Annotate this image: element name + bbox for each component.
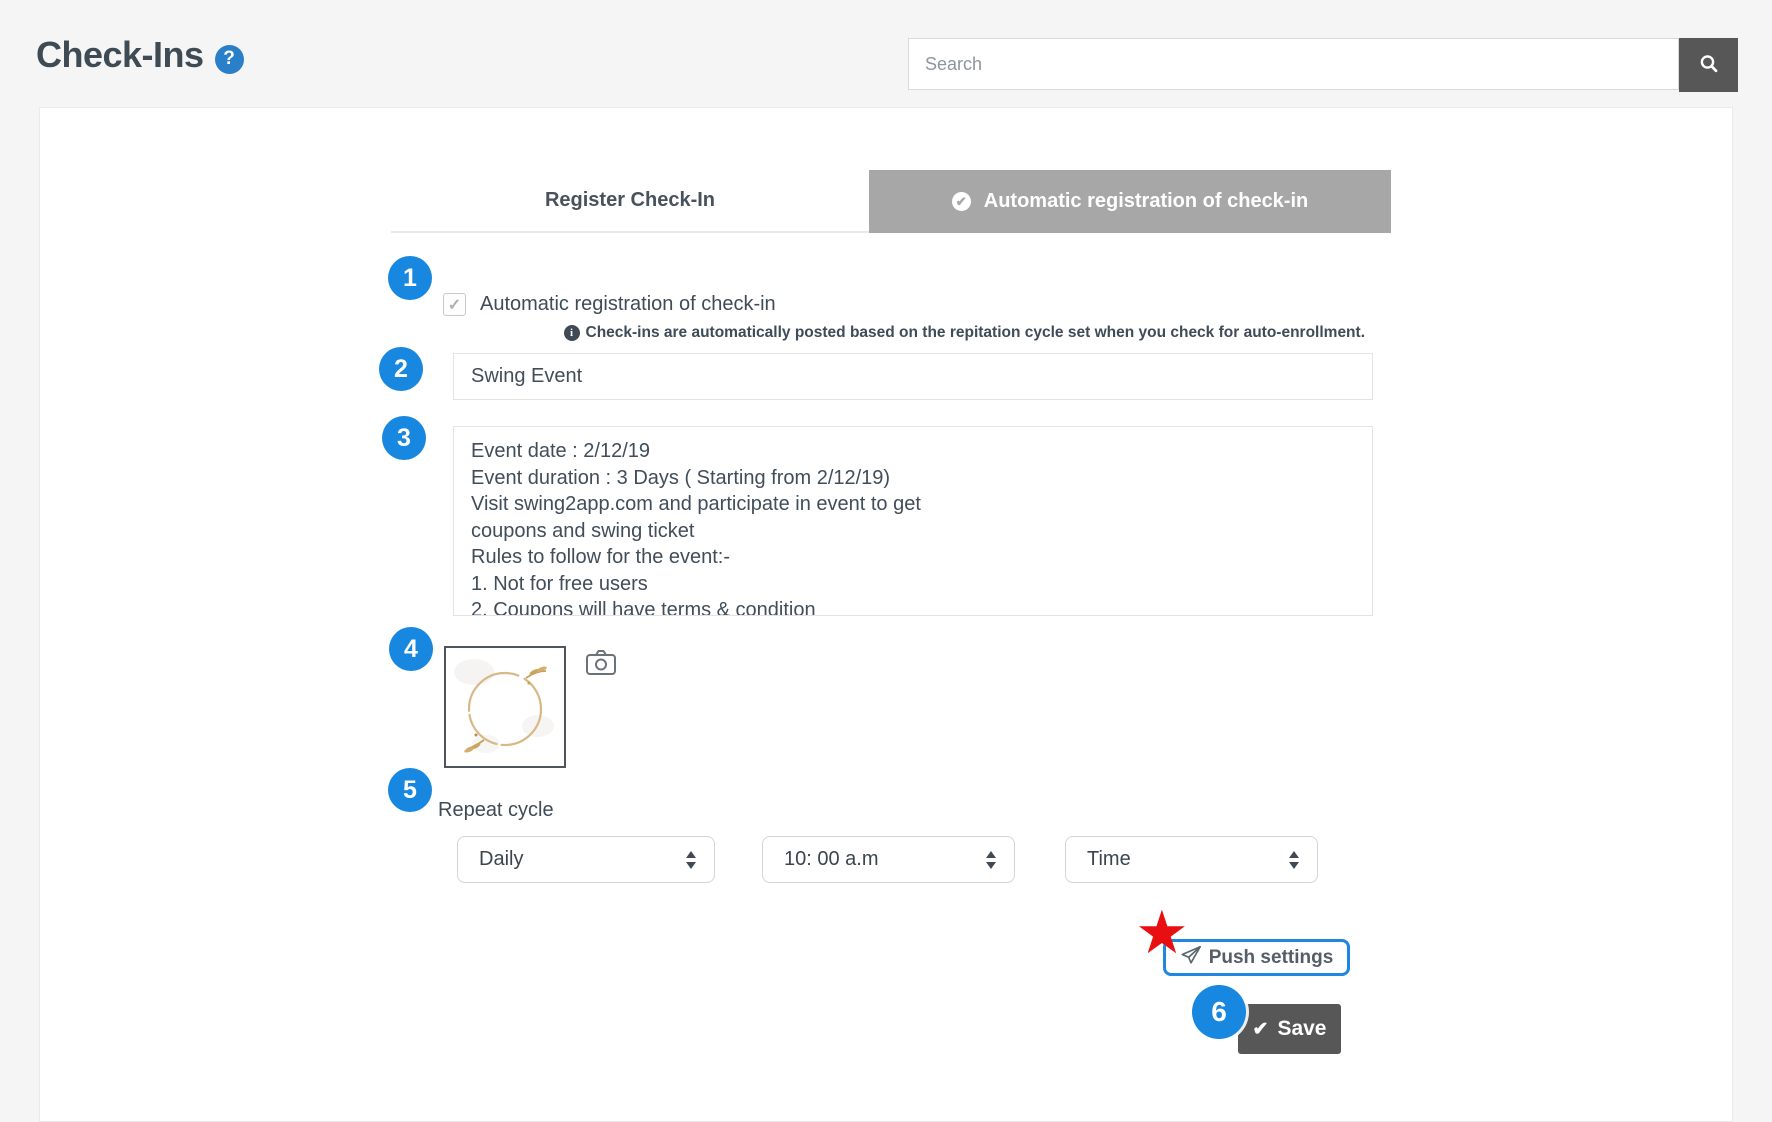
select-spinner-icon: [1289, 851, 1299, 869]
help-icon[interactable]: ?: [215, 45, 244, 74]
select-spinner-icon: [986, 851, 996, 869]
page-title: Check-Ins: [36, 34, 204, 76]
push-settings-label: Push settings: [1209, 947, 1334, 969]
push-settings-button[interactable]: Push settings: [1163, 939, 1350, 976]
repeat-unit-select[interactable]: Time: [1065, 836, 1318, 883]
camera-icon[interactable]: [585, 649, 617, 682]
repeat-frequency-select[interactable]: Daily: [457, 836, 715, 883]
tab-auto-label: Automatic registration of check-in: [984, 190, 1309, 213]
check-circle-icon: ✔: [952, 192, 971, 211]
check-icon: ✔: [1253, 1018, 1269, 1041]
tab-register-check-in[interactable]: Register Check-In: [391, 170, 869, 233]
search-bar: [908, 38, 1738, 92]
info-note-text: Check-ins are automatically posted based…: [586, 324, 1366, 342]
annotation-badge-2: 2: [379, 347, 423, 391]
search-icon: [1698, 53, 1720, 78]
annotation-badge-6: 6: [1192, 985, 1246, 1039]
wreath-image: [446, 753, 564, 770]
select-spinner-icon: [686, 851, 696, 869]
repeat-time-value: 10: 00 a.m: [784, 848, 986, 871]
save-label: Save: [1277, 1017, 1326, 1041]
tab-automatic-registration[interactable]: ✔ Automatic registration of check-in: [869, 170, 1391, 233]
repeat-unit-value: Time: [1087, 848, 1289, 871]
repeat-cycle-label: Repeat cycle: [438, 799, 554, 822]
annotation-badge-1: 1: [388, 256, 432, 300]
annotation-badge-3: 3: [382, 416, 426, 460]
info-note: i Check-ins are automatically posted bas…: [453, 324, 1373, 342]
star-marker: ★: [1135, 903, 1189, 963]
event-description-textarea[interactable]: Event date : 2/12/19 Event duration : 3 …: [453, 426, 1373, 616]
main-panel: Register Check-In ✔ Automatic registrati…: [39, 107, 1733, 1122]
auto-registration-checkbox[interactable]: ✓: [443, 293, 466, 316]
save-button[interactable]: ✔ Save: [1238, 1004, 1341, 1054]
search-button[interactable]: [1679, 38, 1738, 92]
repeat-time-select[interactable]: 10: 00 a.m: [762, 836, 1015, 883]
page-header: Check-Ins ?: [36, 34, 244, 76]
annotation-badge-4: 4: [389, 627, 433, 671]
auto-registration-label: Automatic registration of check-in: [480, 293, 776, 316]
event-name-input[interactable]: [453, 353, 1373, 400]
event-image-thumbnail[interactable]: [444, 646, 566, 768]
search-input[interactable]: [908, 38, 1679, 90]
info-icon: i: [564, 325, 580, 341]
auto-registration-row: ✓ Automatic registration of check-in: [443, 293, 776, 316]
annotation-badge-5: 5: [388, 768, 432, 812]
tab-register-label: Register Check-In: [545, 189, 715, 212]
repeat-frequency-value: Daily: [479, 848, 686, 871]
